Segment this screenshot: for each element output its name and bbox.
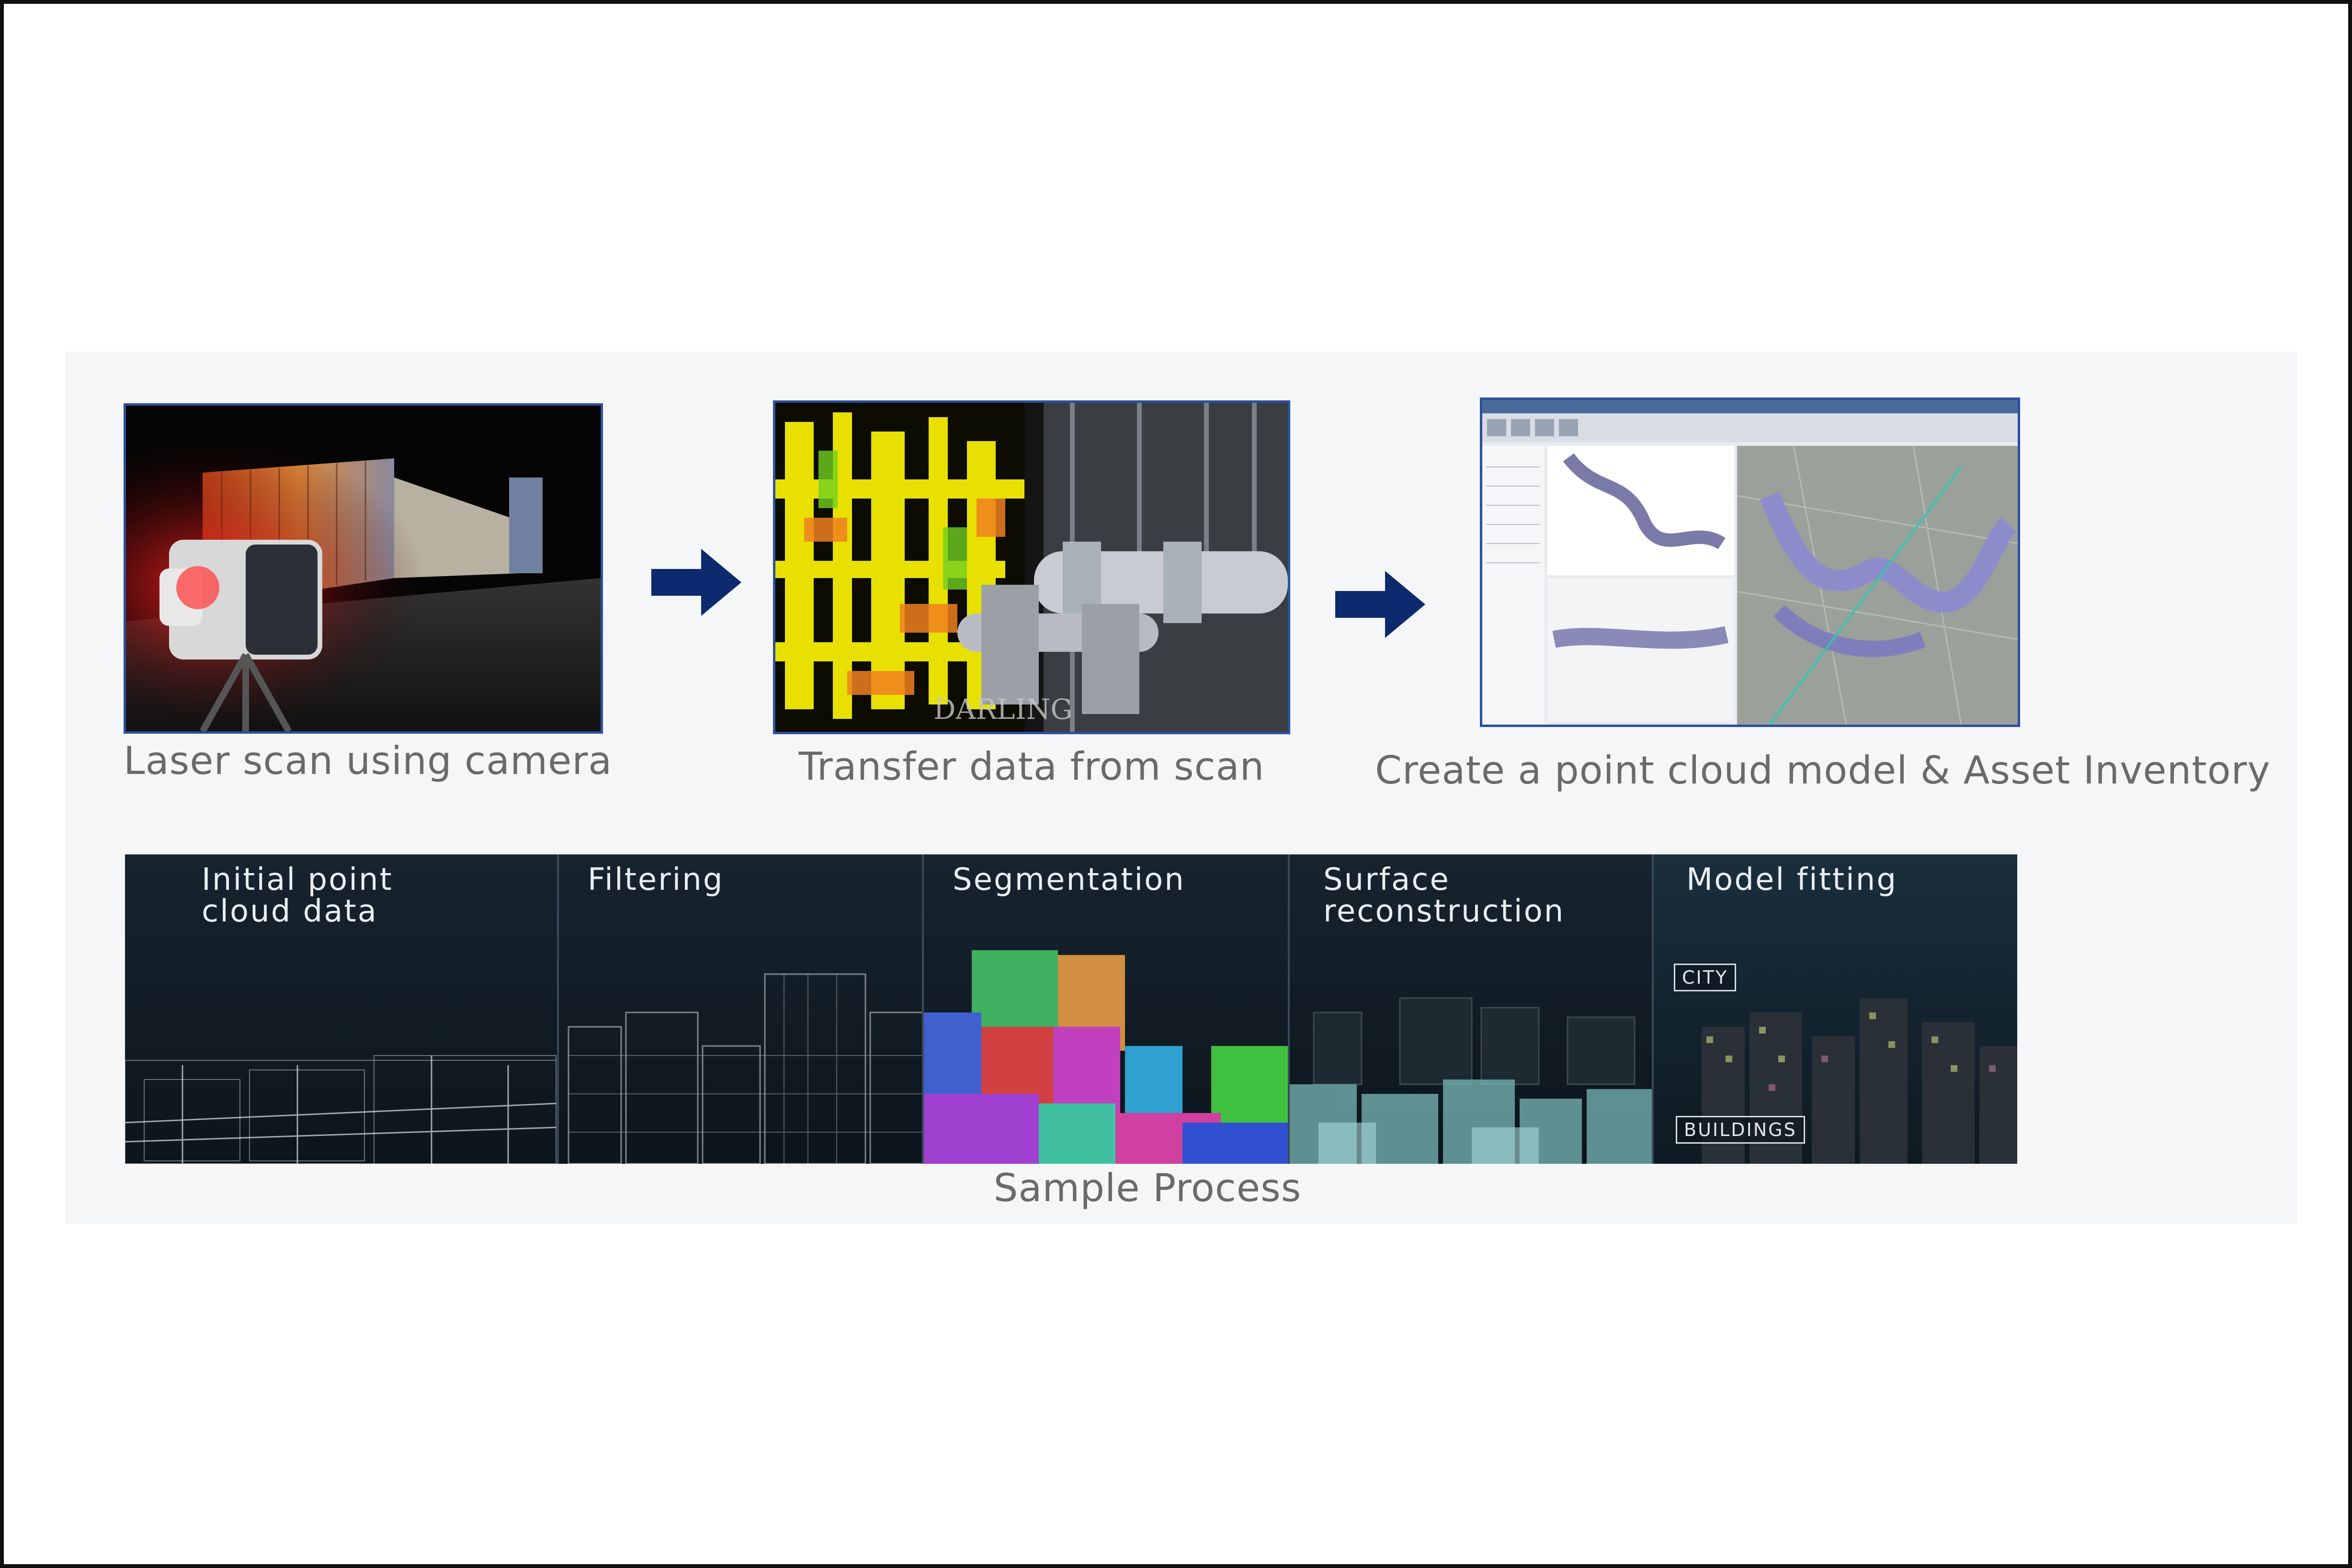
segmented-cloud-illustration bbox=[924, 950, 1288, 1164]
transfer-data-image: DARLING bbox=[773, 400, 1290, 734]
stage-label: Filtering bbox=[588, 862, 724, 898]
stage-segmentation: Segmentation bbox=[924, 854, 1290, 1164]
laser-scanner-illustration bbox=[126, 406, 601, 731]
point-cloud-plant-illustration: DARLING bbox=[775, 403, 1288, 732]
filtered-cloud-illustration bbox=[568, 973, 922, 1164]
figure-frame: Laser scan using camera DARLING Transfer… bbox=[0, 0, 2352, 1568]
stage-filtering: Filtering bbox=[559, 854, 924, 1164]
stage-initial-point-cloud: Initial point cloud data bbox=[125, 854, 559, 1164]
step-caption: Laser scan using camera bbox=[124, 739, 613, 783]
point-cloud-model-image bbox=[1480, 398, 2020, 727]
stage-label: Model fitting bbox=[1686, 862, 1898, 898]
stage-label: Surface reconstruction bbox=[1323, 862, 1565, 929]
watermark: DARLING bbox=[933, 693, 1073, 726]
stage-model-fitting: Model fitting CITY BUILDINGS bbox=[1654, 854, 2017, 1164]
arrow-shape bbox=[1335, 571, 1425, 638]
arrow-shape bbox=[651, 549, 741, 616]
process-caption: Sample Process bbox=[993, 1166, 1302, 1210]
arrow-right-icon bbox=[651, 549, 741, 616]
buildings-tag: BUILDINGS bbox=[1676, 1116, 1805, 1144]
sample-process-strip: Initial point cloud data Filtering Segme… bbox=[125, 854, 2017, 1164]
city-tag: CITY bbox=[1674, 964, 1737, 991]
cad-software-illustration bbox=[1482, 400, 2018, 725]
step-caption: Create a point cloud model & Asset Inven… bbox=[1375, 748, 2271, 793]
step-caption: Transfer data from scan bbox=[798, 744, 1265, 789]
stage-label: Segmentation bbox=[953, 862, 1185, 898]
stage-surface-reconstruction: Surface reconstruction bbox=[1290, 854, 1654, 1164]
stage-label: Initial point cloud data bbox=[202, 862, 393, 929]
laser-scan-image bbox=[124, 403, 603, 734]
arrow-right-icon bbox=[1335, 571, 1425, 638]
